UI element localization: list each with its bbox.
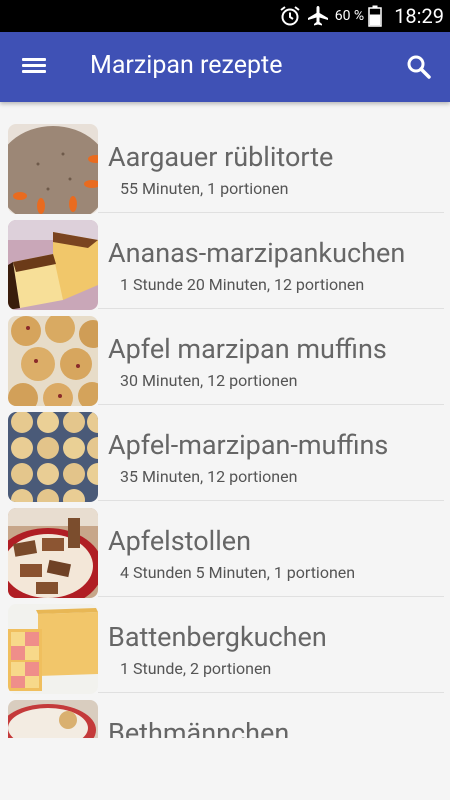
battery-icon — [368, 5, 382, 27]
recipe-name: Ananas-marzipankuchen — [108, 237, 406, 269]
recipe-thumbnail — [8, 412, 98, 502]
recipe-thumbnail — [8, 604, 98, 694]
recipe-meta: 1 Stunde 20 Minuten, 12 portionen — [120, 275, 365, 294]
clock: 18:29 — [394, 4, 444, 28]
recipe-item-apfelstollen[interactable]: Apfelstollen 4 Stunden 5 Minuten, 1 port… — [0, 500, 450, 598]
battery-percent: 60 % — [334, 8, 365, 24]
recipe-thumbnail — [8, 508, 98, 598]
recipe-meta: 30 Minuten, 12 portionen — [120, 371, 298, 390]
recipe-item-aargauer-rueblitorte[interactable]: Aargauer rüblitorte 55 Minuten, 1 portio… — [0, 116, 450, 214]
recipe-list[interactable]: Aargauer rüblitorte 55 Minuten, 1 portio… — [0, 116, 450, 738]
recipe-item-bethmaennchen[interactable]: Bethmännchen — [0, 692, 450, 738]
app-title: Marzipan rezepte — [90, 51, 283, 80]
recipe-thumbnail — [8, 124, 98, 214]
alarm-icon — [279, 5, 301, 27]
recipe-item-apfel-marzipan-muffins[interactable]: Apfel marzipan muffins 30 Minuten, 12 po… — [0, 308, 450, 406]
menu-icon[interactable] — [22, 55, 48, 79]
app-bar: Marzipan rezepte — [0, 32, 450, 102]
recipe-name: Apfel marzipan muffins — [108, 333, 387, 365]
recipe-meta: 55 Minuten, 1 portionen — [120, 179, 289, 198]
recipe-name: Aargauer rüblitorte — [108, 141, 334, 173]
recipe-name: Apfel-marzipan-muffins — [108, 429, 389, 461]
recipe-thumbnail — [8, 700, 98, 738]
search-icon[interactable] — [406, 54, 432, 80]
recipe-thumbnail — [8, 220, 98, 310]
recipe-meta: 35 Minuten, 12 portionen — [120, 467, 298, 486]
recipe-item-apfel-marzipan-muffins-2[interactable]: Apfel-marzipan-muffins 35 Minuten, 12 po… — [0, 404, 450, 502]
recipe-name: Battenbergkuchen — [108, 621, 327, 653]
bottom-area — [0, 738, 450, 800]
recipe-item-battenbergkuchen[interactable]: Battenbergkuchen 1 Stunde, 2 portionen — [0, 596, 450, 694]
recipe-meta: 4 Stunden 5 Minuten, 1 portionen — [120, 563, 356, 582]
recipe-name: Bethmännchen — [108, 717, 290, 738]
recipe-item-ananas-marzipankuchen[interactable]: Ananas-marzipankuchen 1 Stunde 20 Minute… — [0, 212, 450, 310]
recipe-name: Apfelstollen — [108, 525, 251, 557]
status-bar: 60 % 18:29 — [0, 0, 450, 32]
recipe-thumbnail — [8, 316, 98, 406]
airplane-mode-icon — [307, 5, 329, 27]
recipe-meta: 1 Stunde, 2 portionen — [120, 659, 272, 678]
